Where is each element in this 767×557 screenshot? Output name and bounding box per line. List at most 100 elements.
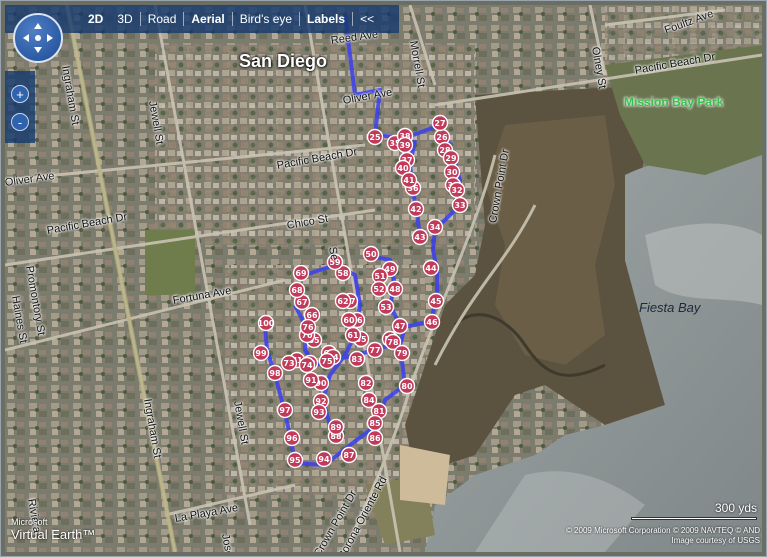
svg-text:67: 67 [296, 298, 307, 307]
route-marker-99[interactable]: 99 [252, 344, 270, 362]
svg-text:34: 34 [429, 223, 441, 232]
birds-eye-style-button[interactable]: Bird's eye [233, 5, 299, 33]
pan-arrows-icon [23, 23, 53, 53]
svg-text:80: 80 [401, 382, 413, 391]
route-marker-86[interactable]: 86 [366, 429, 384, 447]
virtual-earth-logo[interactable]: Microsoft Virtual Earth™ [11, 517, 95, 542]
route-marker-47[interactable]: 47 [391, 317, 409, 335]
route-marker-98[interactable]: 98 [266, 364, 284, 382]
route-marker-91[interactable]: 91 [302, 371, 320, 389]
view-2d-button[interactable]: 2D [81, 5, 110, 33]
route-marker-85[interactable]: 85 [366, 414, 384, 432]
brand-line-2: Virtual Earth™ [11, 527, 96, 542]
svg-text:85: 85 [369, 419, 381, 428]
route-marker-39[interactable]: 39 [396, 136, 414, 154]
svg-text:61: 61 [347, 331, 359, 340]
route-marker-42[interactable]: 42 [407, 200, 425, 218]
route-marker-52[interactable]: 52 [370, 280, 388, 298]
route-marker-45[interactable]: 45 [427, 292, 445, 310]
route-marker-87[interactable]: 87 [340, 446, 358, 464]
route-marker-73[interactable]: 73 [280, 354, 298, 372]
route-marker-48[interactable]: 48 [386, 280, 404, 298]
svg-text:75: 75 [321, 357, 333, 366]
map-frame: 2526272829303132333435363738394041424344… [0, 0, 767, 557]
view-3d-button[interactable]: 3D [110, 5, 139, 33]
copyright-line-2: Image courtesy of USGS [671, 536, 760, 545]
city-label: San Diego [239, 51, 328, 71]
route-marker-46[interactable]: 46 [423, 313, 441, 331]
svg-text:32: 32 [451, 186, 462, 195]
route-marker-76[interactable]: 76 [299, 318, 317, 336]
route-marker-74[interactable]: 74 [298, 356, 316, 374]
svg-text:81: 81 [373, 407, 385, 416]
route-marker-34[interactable]: 34 [426, 218, 444, 236]
svg-text:39: 39 [399, 141, 411, 150]
road-style-button[interactable]: Road [141, 5, 184, 33]
route-marker-60[interactable]: 60 [340, 311, 358, 329]
svg-text:83: 83 [351, 355, 362, 364]
route-marker-41[interactable]: 41 [400, 171, 418, 189]
zoom-in-button[interactable]: + [11, 85, 29, 103]
svg-text:68: 68 [291, 286, 303, 295]
route-marker-84[interactable]: 84 [360, 391, 378, 409]
route-marker-80[interactable]: 80 [398, 377, 416, 395]
labels-toggle-button[interactable]: Labels [300, 5, 352, 33]
svg-text:74: 74 [301, 361, 313, 370]
route-marker-53[interactable]: 53 [377, 298, 395, 316]
svg-text:76: 76 [302, 323, 314, 332]
route-marker-95[interactable]: 95 [286, 451, 304, 469]
svg-text:77: 77 [369, 346, 380, 355]
route-marker-93[interactable]: 93 [310, 403, 328, 421]
route-marker-61[interactable]: 61 [344, 326, 362, 344]
aerial-map[interactable]: 2526272829303132333435363738394041424344… [5, 5, 762, 552]
route-marker-44[interactable]: 44 [422, 259, 440, 277]
svg-text:82: 82 [360, 379, 371, 388]
bay-label: Fiesta Bay [639, 300, 701, 315]
route-marker-77[interactable]: 77 [366, 341, 384, 359]
map-toolbar: 2D 3D Road Aerial Bird's eye Labels << [5, 5, 399, 33]
svg-text:94: 94 [318, 455, 330, 464]
route-marker-94[interactable]: 94 [315, 450, 333, 468]
svg-text:50: 50 [365, 250, 377, 259]
route-marker-79[interactable]: 79 [393, 344, 411, 362]
route-marker-100[interactable]: 100 [258, 314, 275, 332]
svg-text:62: 62 [337, 297, 348, 306]
route-marker-83[interactable]: 83 [348, 350, 366, 368]
route-marker-32[interactable]: 32 [448, 181, 466, 199]
svg-text:25: 25 [369, 133, 381, 142]
route-marker-75[interactable]: 75 [318, 352, 336, 370]
route-marker-96[interactable]: 96 [283, 429, 301, 447]
zoom-out-button[interactable]: - [11, 113, 29, 131]
street-label-se: Se [326, 245, 341, 262]
svg-text:73: 73 [283, 359, 294, 368]
copyright-notice: © 2009 Microsoft Corporation © 2009 NAVT… [550, 526, 760, 546]
route-marker-27[interactable]: 27 [431, 114, 449, 132]
svg-text:40: 40 [397, 164, 409, 173]
svg-text:48: 48 [389, 285, 401, 294]
route-marker-25[interactable]: 25 [366, 128, 384, 146]
svg-text:58: 58 [337, 269, 349, 278]
svg-text:84: 84 [363, 396, 375, 405]
route-marker-82[interactable]: 82 [357, 374, 375, 392]
pan-compass-control[interactable] [13, 13, 63, 63]
svg-text:79: 79 [396, 349, 408, 358]
collapse-toolbar-button[interactable]: << [353, 5, 381, 33]
svg-text:43: 43 [414, 233, 425, 242]
svg-text:87: 87 [343, 451, 354, 460]
svg-text:26: 26 [436, 133, 448, 142]
route-marker-68[interactable]: 68 [288, 281, 306, 299]
svg-text:30: 30 [446, 168, 458, 177]
copyright-line-1: © 2009 Microsoft Corporation © 2009 NAVT… [565, 526, 760, 535]
route-marker-29[interactable]: 29 [442, 149, 460, 167]
route-marker-43[interactable]: 43 [411, 228, 429, 246]
route-marker-69[interactable]: 69 [292, 264, 310, 282]
route-marker-62[interactable]: 62 [334, 292, 352, 310]
route-marker-33[interactable]: 33 [451, 196, 469, 214]
svg-text:53: 53 [380, 303, 391, 312]
svg-text:93: 93 [313, 408, 324, 417]
route-marker-50[interactable]: 50 [362, 245, 380, 263]
route-marker-97[interactable]: 97 [276, 401, 294, 419]
route-marker-89[interactable]: 89 [327, 418, 345, 436]
aerial-style-button[interactable]: Aerial [184, 5, 231, 33]
scale-bar [631, 517, 757, 520]
